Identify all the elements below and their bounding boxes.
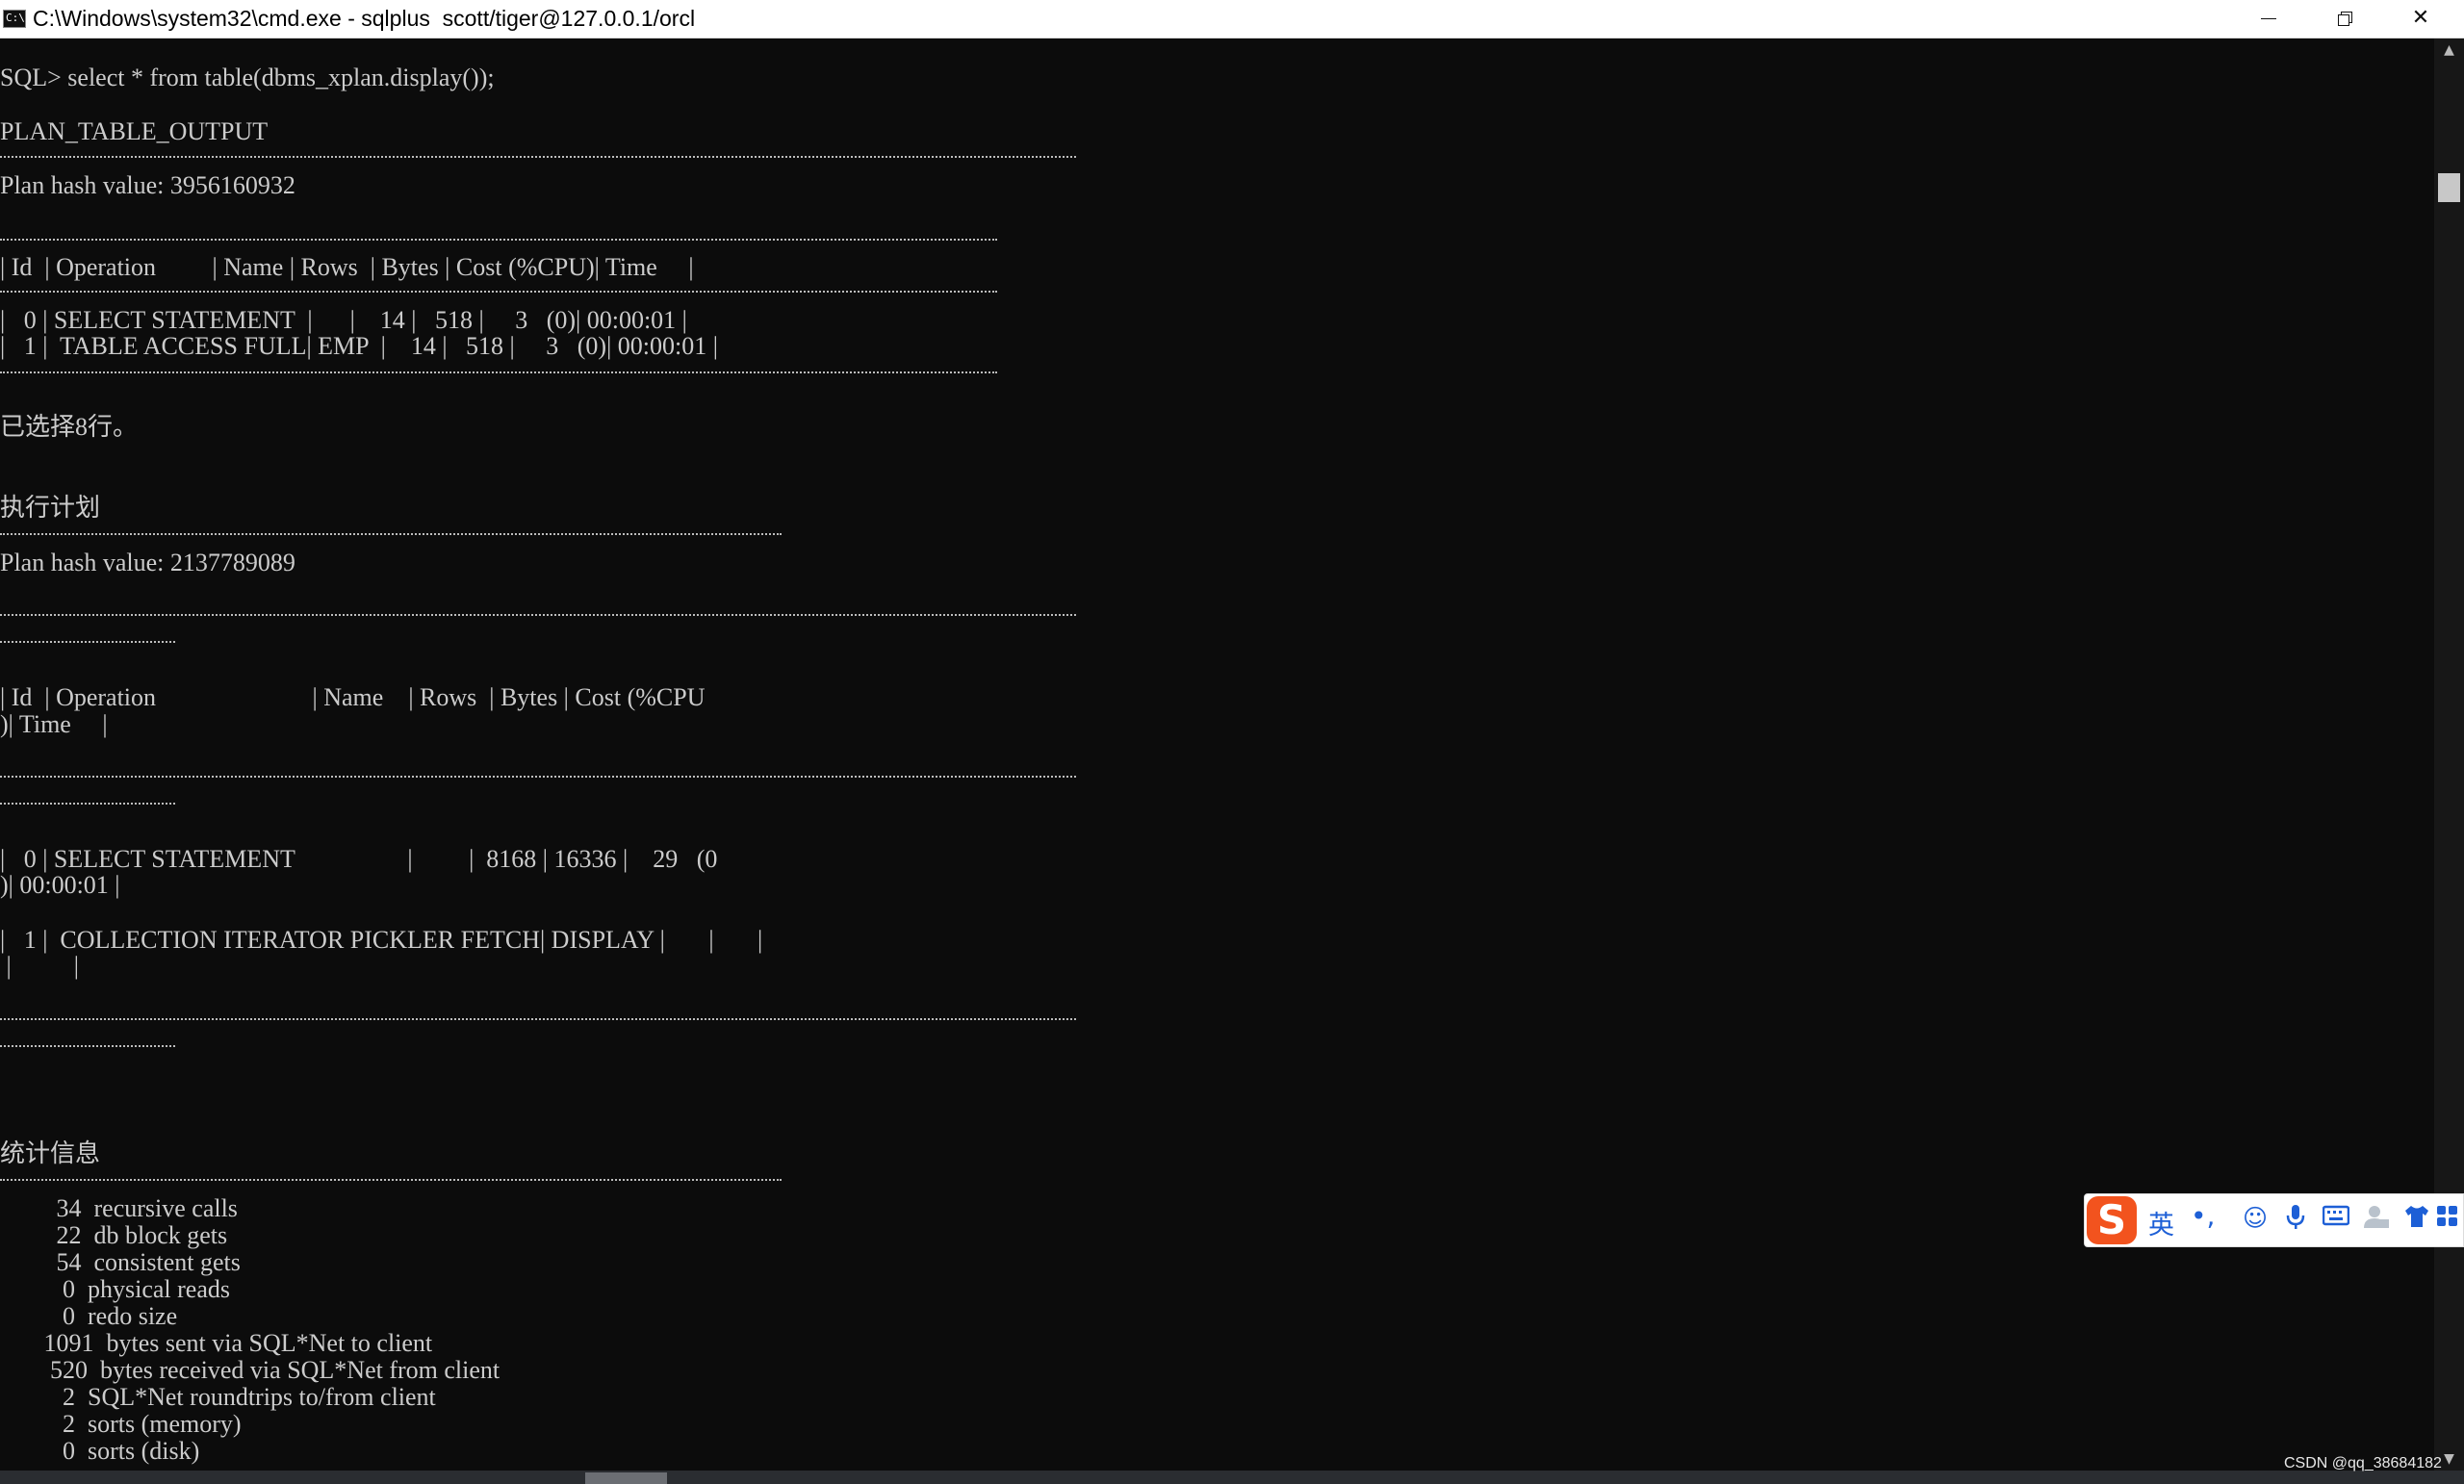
separator xyxy=(0,803,175,805)
scroll-up-icon[interactable]: ▲ xyxy=(2434,38,2464,62)
minimize-icon xyxy=(2261,18,2276,19)
stat-line: 54 consistent gets xyxy=(0,1248,241,1276)
cmd-icon: C:\ xyxy=(3,10,26,28)
separator xyxy=(0,533,782,535)
window-title: C:\Windows\system32\cmd.exe - sqlplus sc… xyxy=(33,6,696,31)
plan-table-header: | Id | Operation | Name | Rows | Bytes |… xyxy=(0,683,706,711)
output-line: Plan hash value: 3956160932 xyxy=(0,171,295,199)
vertical-scrollbar[interactable]: ▲ ▼ xyxy=(2434,38,2464,1471)
minimize-button[interactable] xyxy=(2229,0,2304,38)
separator xyxy=(0,156,1076,158)
horizontal-scroll-thumb[interactable] xyxy=(585,1472,667,1484)
separator xyxy=(0,776,1076,778)
title-bar: C:\ C:\Windows\system32\cmd.exe - sqlplu… xyxy=(0,0,2464,38)
close-button[interactable]: ✕ xyxy=(2383,0,2458,38)
stat-line: 520 bytes received via SQL*Net from clie… xyxy=(0,1356,500,1384)
separator xyxy=(0,614,1076,616)
stat-line: 34 recursive calls xyxy=(0,1194,238,1222)
plan-table-row: | 0 | SELECT STATEMENT | | 14 | 518 | 3 … xyxy=(0,306,687,334)
stat-line: 0 redo size xyxy=(0,1302,178,1330)
ime-punctuation-toggle[interactable]: •, xyxy=(2191,1200,2215,1232)
keyboard-icon[interactable] xyxy=(2322,1204,2350,1233)
stat-line: 2 sorts (memory) xyxy=(0,1410,242,1438)
section-title: 执行计划 xyxy=(0,494,101,522)
sql-prompt-line: SQL> select * from table(dbms_xplan.disp… xyxy=(0,64,495,91)
apps-icon[interactable] xyxy=(2433,1204,2462,1233)
microphone-icon[interactable] xyxy=(2281,1204,2310,1233)
user-icon[interactable] xyxy=(2362,1204,2391,1233)
console-output[interactable]: SQL> select * from table(dbms_xplan.disp… xyxy=(0,38,2434,1471)
horizontal-scrollbar[interactable] xyxy=(0,1471,2464,1484)
ime-toolbar[interactable]: S 英 •, ☺ xyxy=(2084,1193,2464,1247)
separator xyxy=(0,1018,1076,1020)
plan-table-header: | Id | Operation | Name | Rows | Bytes |… xyxy=(0,253,694,281)
separator xyxy=(0,239,997,241)
watermark: CSDN @qq_38684182 xyxy=(2284,1455,2442,1471)
output-line: PLAN_TABLE_OUTPUT xyxy=(0,117,269,145)
section-title: 统计信息 xyxy=(0,1139,101,1167)
separator xyxy=(0,371,997,373)
separator xyxy=(0,1045,175,1047)
sogou-logo-icon[interactable]: S xyxy=(2087,1196,2137,1244)
rows-selected-line: 已选择8行。 xyxy=(0,413,139,441)
ime-language-toggle[interactable]: 英 xyxy=(2148,1204,2174,1241)
restore-button[interactable] xyxy=(2306,0,2381,38)
plan-table-row: | | xyxy=(0,952,79,980)
output-line: Plan hash value: 2137789089 xyxy=(0,549,295,576)
plan-table-header: )| Time | xyxy=(0,710,108,738)
plan-table-row: )| 00:00:01 | xyxy=(0,871,120,899)
smiley-icon[interactable]: ☺ xyxy=(2241,1204,2270,1233)
plan-table-row: | 0 | SELECT STATEMENT | | 8168 | 16336 … xyxy=(0,845,718,873)
stat-line: 0 physical reads xyxy=(0,1275,231,1303)
separator xyxy=(0,291,997,293)
stat-line: 0 sorts (disk) xyxy=(0,1437,200,1465)
plan-table-row: | 1 | TABLE ACCESS FULL| EMP | 14 | 518 … xyxy=(0,332,718,360)
stat-line: 1091 bytes sent via SQL*Net to client xyxy=(0,1329,433,1357)
separator xyxy=(0,1179,782,1181)
shirt-icon[interactable] xyxy=(2402,1204,2431,1233)
stat-line: 2 SQL*Net roundtrips to/from client xyxy=(0,1383,436,1411)
close-icon: ✕ xyxy=(2411,6,2430,30)
separator xyxy=(0,641,175,643)
scroll-thumb[interactable] xyxy=(2438,173,2460,202)
stat-line: 22 db block gets xyxy=(0,1221,228,1249)
plan-table-row: | 1 | COLLECTION ITERATOR PICKLER FETCH|… xyxy=(0,926,763,954)
